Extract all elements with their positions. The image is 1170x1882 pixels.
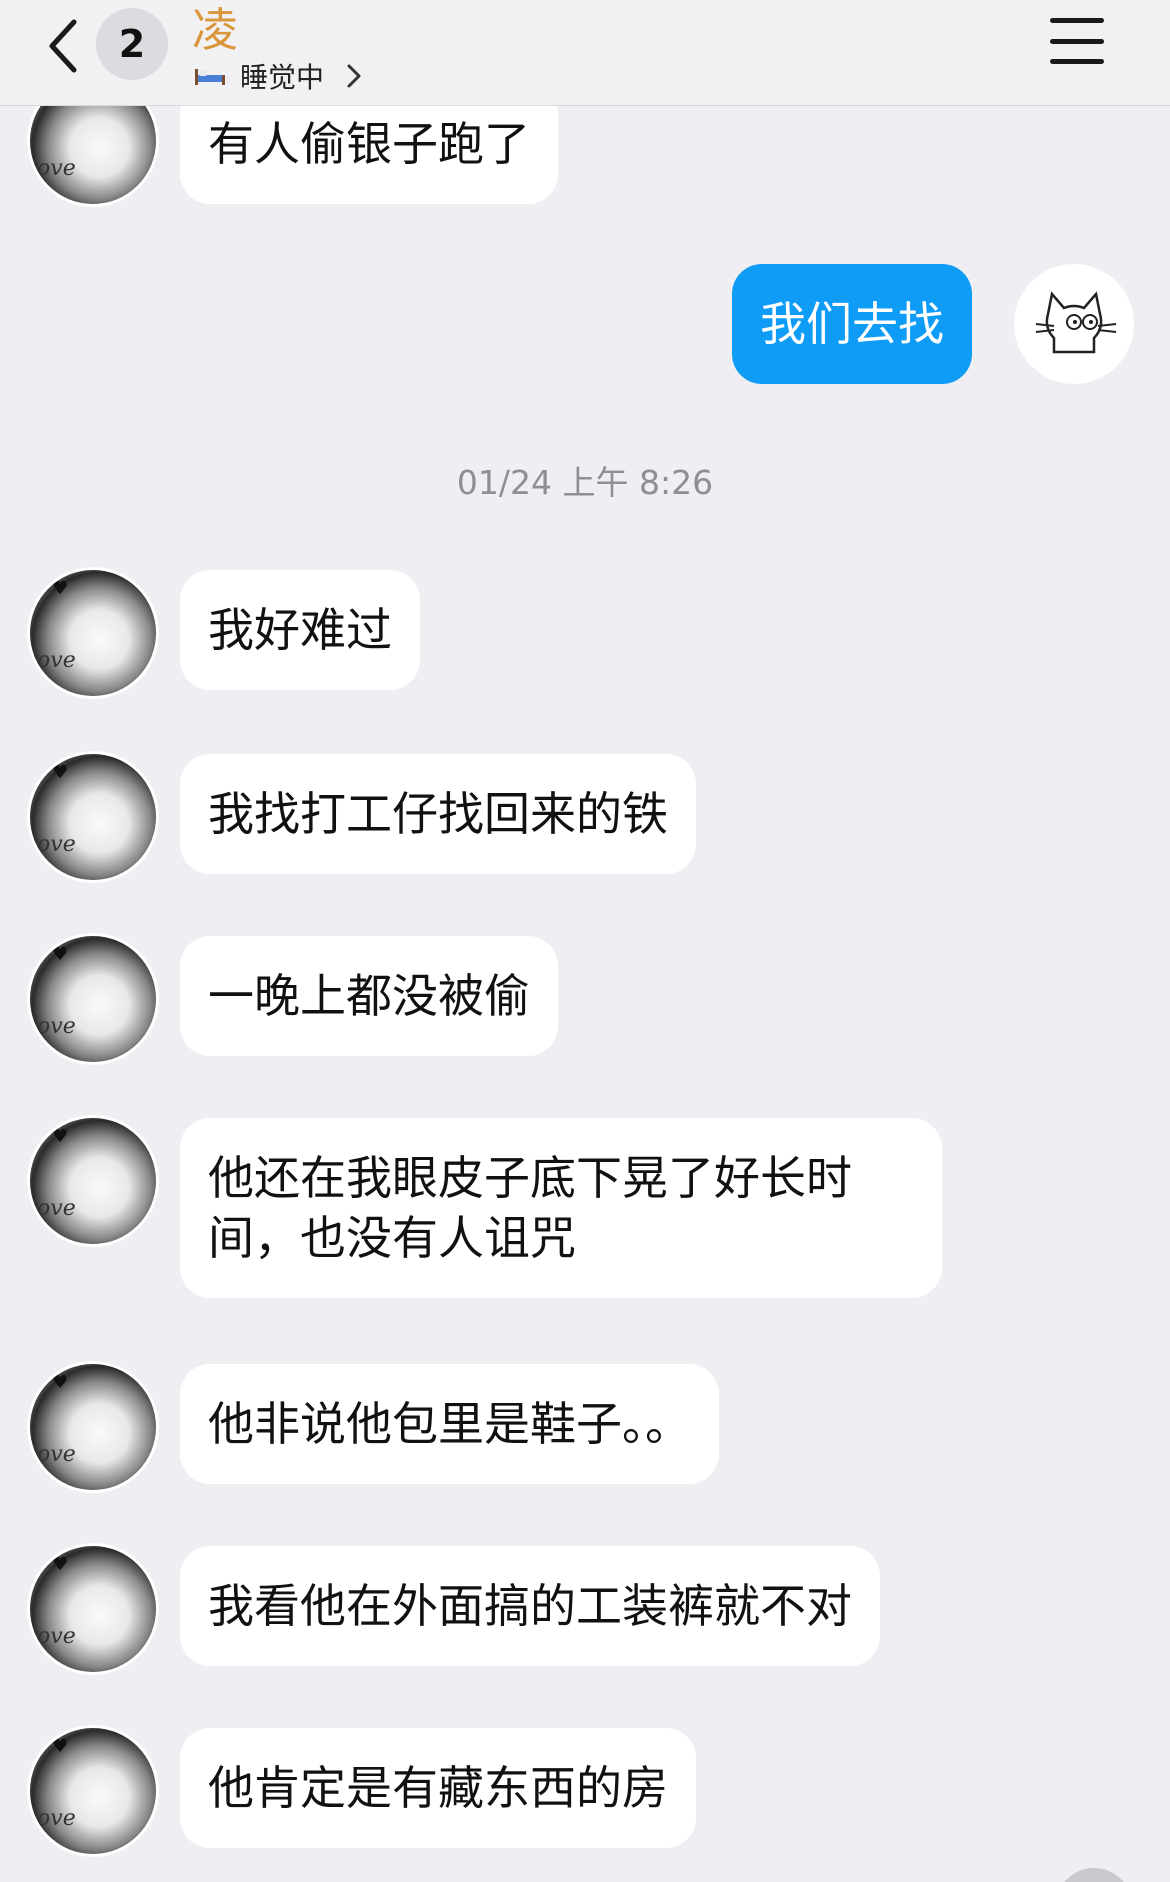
received-message-bubble[interactable]: 他非说他包里是鞋子。。: [180, 1364, 719, 1484]
contact-avatar[interactable]: ♥ love: [30, 1546, 156, 1672]
my-avatar[interactable]: [1014, 264, 1134, 384]
chat-header: 2 凌 睡觉中: [0, 0, 1170, 106]
back-chevron-icon[interactable]: [40, 10, 90, 80]
bed-icon: [195, 69, 225, 85]
contact-avatar[interactable]: ♥ love: [30, 570, 156, 696]
received-message-bubble[interactable]: 我看他在外面搞的工装裤就不对: [180, 1546, 880, 1666]
message-timestamp: 01/24 上午 8:26: [456, 463, 714, 502]
received-message-bubble[interactable]: 他还在我眼皮子底下晃了好长时间，也没有人诅咒: [180, 1118, 942, 1298]
received-message-bubble[interactable]: 他肯定是有藏东西的房: [180, 1728, 696, 1848]
received-message-bubble[interactable]: 一晚上都没被偷: [180, 936, 558, 1056]
cat-icon: [1035, 291, 1117, 354]
received-message-bubble[interactable]: 我好难过: [180, 570, 420, 690]
contact-avatar[interactable]: ♥ love: [30, 1728, 156, 1854]
contact-avatar[interactable]: ♥ love: [30, 1118, 156, 1244]
sent-message-bubble[interactable]: 我们去找: [732, 264, 972, 384]
contact-status[interactable]: 睡觉中: [194, 56, 364, 96]
contact-name[interactable]: 凌: [192, 0, 238, 60]
chevron-right-icon: [347, 64, 361, 88]
status-label: 睡觉中: [240, 61, 325, 94]
contact-avatar[interactable]: ♥ love: [30, 936, 156, 1062]
contact-avatar[interactable]: ♥ love: [30, 754, 156, 880]
scroll-to-bottom-button[interactable]: [1056, 1868, 1132, 1882]
unread-count-badge[interactable]: 2: [96, 8, 168, 80]
contact-avatar[interactable]: ♥ love: [30, 1364, 156, 1490]
received-message-bubble[interactable]: 我找打工仔找回来的铁: [180, 754, 696, 874]
hamburger-menu-icon[interactable]: [1050, 18, 1104, 64]
